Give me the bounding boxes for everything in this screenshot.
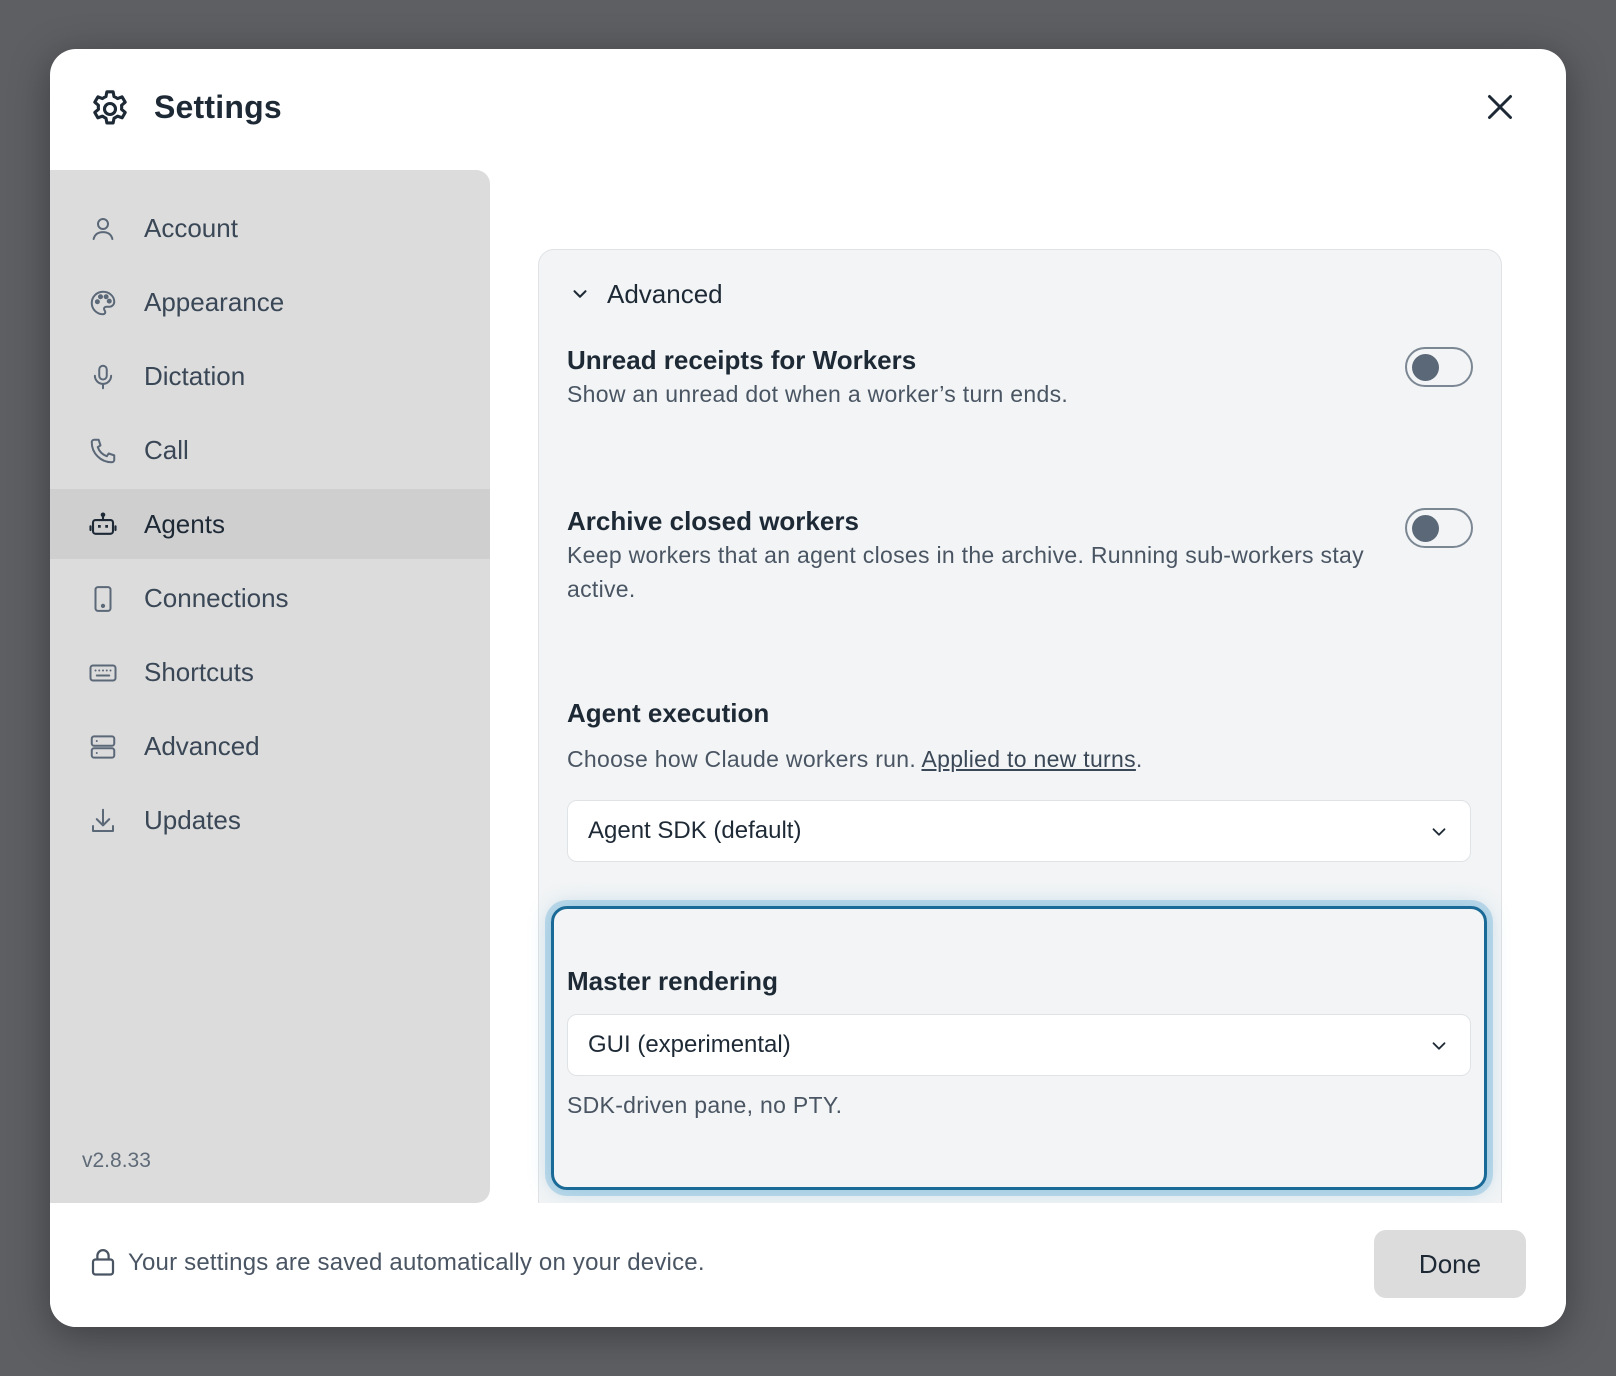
sidebar-item-dictation[interactable]: Dictation bbox=[50, 341, 490, 411]
toggle-knob bbox=[1412, 354, 1439, 381]
agent-execution-value: Agent SDK (default) bbox=[588, 817, 802, 844]
master-rendering-select[interactable]: GUI (experimental) bbox=[567, 1014, 1471, 1076]
unread-receipts-title: Unread receipts for Workers bbox=[567, 345, 917, 375]
sidebar-item-label: Connections bbox=[144, 583, 289, 613]
unread-receipts-desc: Show an unread dot when a worker’s turn … bbox=[567, 381, 1069, 407]
phone-icon bbox=[90, 438, 116, 464]
sidebar-item-updates[interactable]: Updates bbox=[50, 785, 490, 855]
sidebar-item-advanced[interactable]: Advanced bbox=[50, 711, 490, 781]
advanced-section-toggle[interactable]: Advanced bbox=[569, 274, 723, 314]
user-icon bbox=[92, 218, 114, 240]
master-rendering-desc: SDK-driven pane, no PTY. bbox=[567, 1092, 843, 1118]
sidebar-item-label: Dictation bbox=[144, 361, 246, 391]
agent-execution-desc-text: Choose how Claude workers run. bbox=[567, 746, 922, 772]
close-icon[interactable] bbox=[1482, 89, 1518, 125]
sidebar-item-label: Call bbox=[144, 435, 189, 465]
server-icon bbox=[90, 735, 116, 759]
sidebar-item-agents[interactable]: Agents bbox=[50, 489, 490, 559]
sidebar-item-label: Agents bbox=[144, 509, 225, 539]
dialog-footer: Your settings are saved automatically on… bbox=[50, 1203, 1566, 1327]
keyboard-icon bbox=[89, 664, 117, 682]
chevron-down-icon bbox=[1432, 1042, 1446, 1050]
sidebar: Account Appearance Dictation Call Agents… bbox=[50, 170, 490, 1203]
settings-dialog: Settings Account Appearance Dictation Ca… bbox=[50, 49, 1566, 1327]
robot-icon bbox=[89, 512, 117, 535]
sidebar-item-label: Appearance bbox=[144, 287, 285, 317]
sidebar-item-call[interactable]: Call bbox=[50, 415, 490, 485]
version-label: v2.8.33 bbox=[82, 1149, 151, 1172]
agent-execution-select[interactable]: Agent SDK (default) bbox=[567, 800, 1471, 862]
archive-workers-desc: Keep workers that an agent closes in the… bbox=[567, 542, 1364, 602]
sidebar-item-label: Updates bbox=[144, 805, 241, 835]
autosave-note: Your settings are saved automatically on… bbox=[128, 1249, 705, 1276]
section-title: Advanced bbox=[607, 278, 723, 309]
microphone-icon bbox=[93, 364, 113, 390]
chevron-down-icon bbox=[1432, 828, 1446, 836]
agent-execution-desc-suffix: . bbox=[1135, 746, 1143, 772]
archive-workers-toggle[interactable] bbox=[1405, 508, 1473, 548]
sidebar-item-label: Advanced bbox=[144, 731, 260, 761]
applied-to-new-turns-link[interactable]: Applied to new turns bbox=[921, 746, 1135, 772]
sidebar-item-shortcuts[interactable]: Shortcuts bbox=[50, 637, 490, 707]
gear-icon bbox=[93, 90, 127, 125]
advanced-section: Advanced Unread receipts for Workers Sho… bbox=[538, 249, 1502, 1259]
archive-workers-title: Archive closed workers bbox=[567, 506, 859, 536]
device-icon bbox=[94, 586, 112, 612]
done-button[interactable]: Done bbox=[1374, 1230, 1526, 1298]
unread-receipts-toggle[interactable] bbox=[1405, 347, 1473, 387]
master-rendering-value: GUI (experimental) bbox=[588, 1031, 791, 1058]
sidebar-item-label: Account bbox=[144, 213, 238, 243]
sidebar-item-account[interactable]: Account bbox=[50, 193, 490, 263]
toggle-knob bbox=[1412, 515, 1439, 542]
dialog-title: Settings bbox=[154, 89, 282, 125]
chevron-down-icon bbox=[573, 290, 587, 298]
dialog-header: Settings bbox=[50, 49, 1566, 170]
settings-content: Advanced Unread receipts for Workers Sho… bbox=[490, 170, 1566, 1259]
agent-execution-title: Agent execution bbox=[567, 698, 770, 728]
sidebar-item-label: Shortcuts bbox=[144, 657, 254, 687]
download-icon bbox=[92, 808, 114, 832]
palette-icon bbox=[90, 290, 116, 316]
master-rendering-title: Master rendering bbox=[567, 966, 778, 996]
agent-execution-desc: Choose how Claude workers run. Applied t… bbox=[567, 742, 1367, 776]
sidebar-item-appearance[interactable]: Appearance bbox=[50, 267, 490, 337]
sidebar-item-connections[interactable]: Connections bbox=[50, 563, 490, 633]
lock-icon bbox=[91, 1249, 115, 1276]
